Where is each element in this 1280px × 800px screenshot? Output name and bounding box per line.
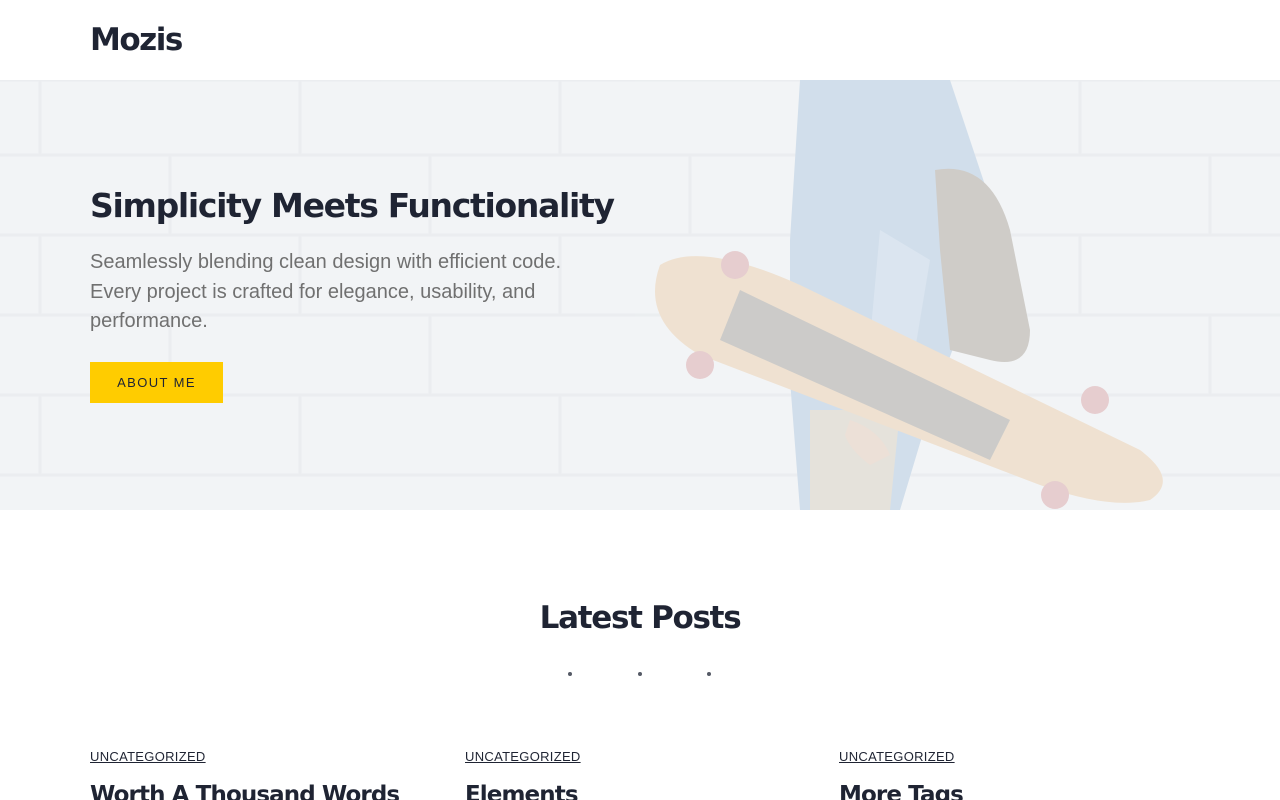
hero-description: Seamlessly blending clean design with ef… [90,251,562,332]
post-card: UNCATEGORIZED More Tags [839,748,1199,800]
hero-section: Simplicity Meets Functionality Seamlessl… [0,80,1280,510]
latest-posts-title: Latest Posts [539,600,742,636]
divider-dot [707,672,711,676]
post-title-link[interactable]: More Tags [839,780,1199,800]
post-card: UNCATEGORIZED Worth A Thousand Words [90,748,450,800]
hero-title: Simplicity Meets Functionality [90,186,615,225]
section-divider-dots [0,672,1280,678]
site-header: Mozis [0,0,1280,80]
post-category-link[interactable]: UNCATEGORIZED [839,749,955,765]
post-title-link[interactable]: Worth A Thousand Words [90,780,450,800]
divider-dot [568,672,572,676]
site-title-link[interactable]: Mozis [90,20,183,60]
post-category-link[interactable]: UNCATEGORIZED [90,749,206,765]
divider-dot [638,672,642,676]
post-title-link[interactable]: Elements [465,780,825,800]
post-category-link[interactable]: UNCATEGORIZED [465,749,581,765]
about-me-button[interactable]: ABOUT ME [90,362,223,403]
post-card: UNCATEGORIZED Elements [465,748,825,800]
